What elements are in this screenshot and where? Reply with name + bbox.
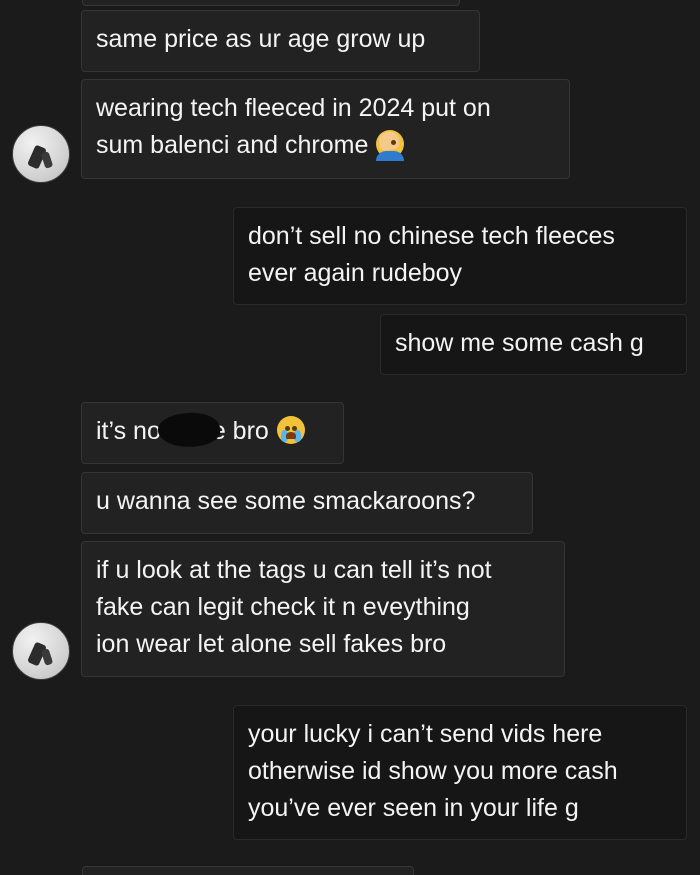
message-received[interactable]: if u look at the tags u can tell it’s no…: [81, 541, 565, 677]
message-text: you’ve ever seen in your life g: [248, 794, 579, 822]
message-received[interactable]: same price as ur age grow up: [81, 10, 480, 72]
message-text: show me some cash g: [395, 329, 644, 357]
message-text: fake can legit check it n eveything: [96, 593, 470, 621]
avatar-figure: [40, 648, 54, 666]
message-received[interactable]: it’s not e bro: [81, 402, 344, 464]
message-text: don’t sell no chinese tech fleeces: [248, 222, 615, 250]
message-received[interactable]: u wanna see some smackaroons?: [81, 472, 533, 534]
crying-face-emoji: [276, 416, 305, 444]
message-bubble-partial: [82, 0, 460, 6]
message-text: it’s not e bro: [96, 409, 330, 451]
message-sent[interactable]: don’t sell no chinese tech fleeces ever …: [233, 207, 687, 305]
message-received[interactable]: wearing tech fleeced in 2024 put on sum …: [81, 79, 570, 179]
face-palm-emoji: [376, 130, 405, 161]
message-text: wearing tech fleeced in 2024 put on: [96, 94, 491, 122]
message-text: sum balenci and chrome: [96, 127, 556, 164]
message-text: otherwise id show you more cash: [248, 757, 618, 785]
message-text: your lucky i can’t send vids here: [248, 720, 603, 748]
message-text: ion wear let alone sell fakes bro: [96, 630, 447, 658]
message-text: same price as ur age grow up: [96, 25, 426, 53]
message-text: u wanna see some smackaroons?: [96, 487, 476, 515]
message-sent[interactable]: your lucky i can’t send vids here otherw…: [233, 705, 687, 840]
message-text: if u look at the tags u can tell it’s no…: [96, 556, 492, 584]
message-text: ever again rudeboy: [248, 259, 463, 287]
contact-avatar[interactable]: [12, 125, 70, 183]
message-sent[interactable]: show me some cash g: [380, 314, 687, 375]
contact-avatar[interactable]: [12, 622, 70, 680]
avatar-figure: [40, 151, 54, 169]
message-bubble-partial: [82, 866, 414, 875]
